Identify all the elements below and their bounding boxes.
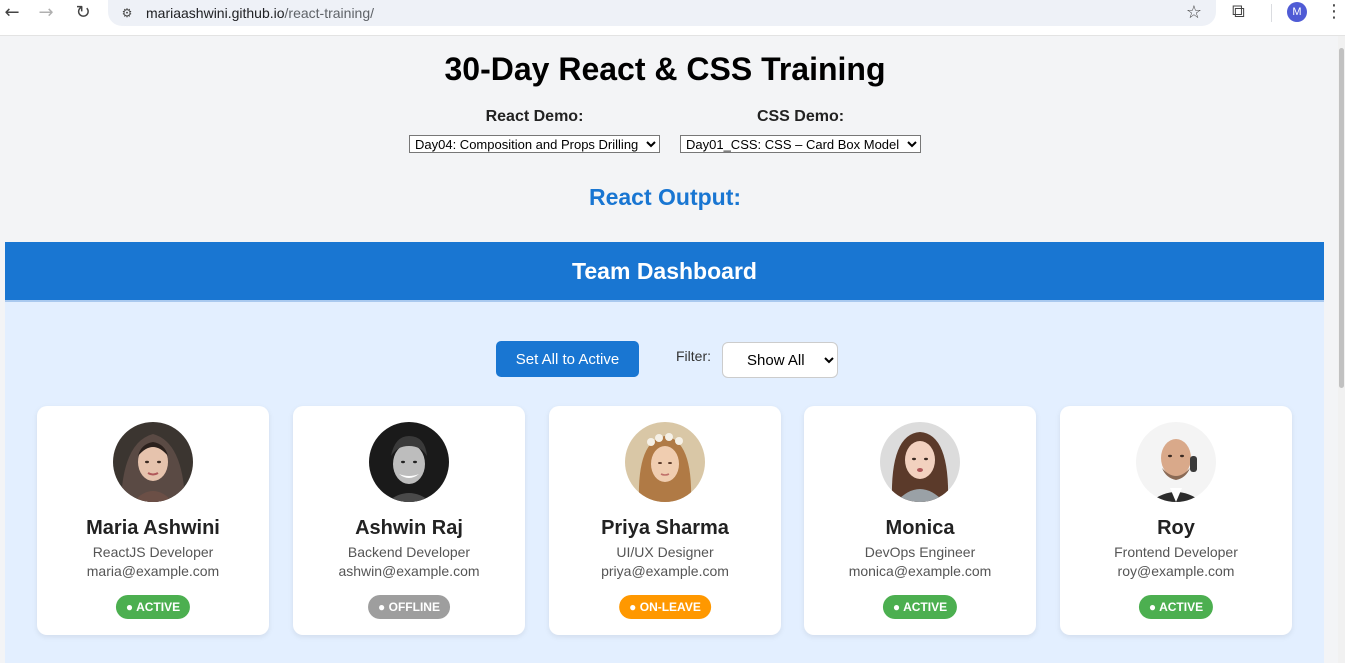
member-card: Maria Ashwini ReactJS Developer maria@ex… — [37, 406, 269, 635]
back-icon[interactable]: ← — [0, 2, 24, 24]
browser-toolbar: ← → ↻ ⚙ mariaashwini.github.io/react-tra… — [0, 0, 1345, 36]
status-badge: ● ACTIVE — [115, 595, 191, 619]
member-role: Frontend Developer — [1114, 544, 1238, 560]
team-dashboard: Team Dashboard Set All to Active Filter:… — [5, 242, 1324, 663]
member-photo — [880, 422, 960, 502]
member-name: Maria Ashwini — [86, 517, 220, 539]
member-role: ReactJS Developer — [92, 544, 214, 560]
forward-icon[interactable]: → — [34, 2, 58, 24]
member-email: roy@example.com — [1117, 563, 1235, 579]
address-bar[interactable]: ⚙ mariaashwini.github.io/react-training/… — [108, 0, 1216, 26]
member-photo — [369, 422, 449, 502]
member-email: ashwin@example.com — [338, 563, 480, 579]
profile-avatar[interactable]: M — [1287, 2, 1307, 22]
status-badge: ● ACTIVE — [882, 595, 958, 619]
member-card: Ashwin Raj Backend Developer ashwin@exam… — [293, 406, 525, 635]
dashboard-title: Team Dashboard — [5, 242, 1324, 302]
filter-select[interactable]: Show All — [722, 342, 838, 378]
member-email: monica@example.com — [848, 563, 992, 579]
url-text[interactable]: mariaashwini.github.io/react-training/ — [146, 5, 374, 21]
member-photo — [1136, 422, 1216, 502]
url-domain: mariaashwini.github.io — [146, 5, 285, 21]
member-photo — [113, 422, 193, 502]
member-name: Roy — [1157, 517, 1195, 539]
site-info-icon[interactable]: ⚙ — [118, 4, 136, 22]
member-email: priya@example.com — [601, 563, 729, 579]
star-icon[interactable]: ☆ — [1186, 2, 1202, 23]
member-name: Monica — [885, 517, 955, 539]
filter-label: Filter: — [676, 348, 711, 364]
toolbar-divider — [1271, 4, 1272, 22]
member-role: DevOps Engineer — [864, 544, 976, 560]
react-output-heading: React Output: — [588, 184, 742, 210]
extensions-icon[interactable]: ⧉ — [1232, 1, 1245, 22]
css-demo-group: CSS Demo: Day01_CSS: CSS – Card Box Mode… — [680, 108, 921, 154]
member-role: Backend Developer — [347, 544, 471, 560]
css-demo-select[interactable]: Day01_CSS: CSS – Card Box Model — [680, 135, 921, 153]
menu-icon[interactable]: ⋮ — [1325, 1, 1343, 22]
scrollbar-thumb[interactable] — [1339, 48, 1344, 388]
url-path: /react-training/ — [284, 5, 375, 21]
react-demo-select[interactable]: Day04: Composition and Props Drilling — [409, 135, 660, 153]
status-badge: ● OFFLINE — [368, 595, 450, 619]
react-demo-group: React Demo: Day04: Composition and Props… — [409, 108, 660, 154]
member-card: Priya Sharma UI/UX Designer priya@exampl… — [549, 406, 781, 635]
page-title: 30-Day React & CSS Training — [444, 51, 886, 87]
member-email: maria@example.com — [86, 563, 220, 579]
member-photo — [625, 422, 705, 502]
member-card: Monica DevOps Engineer monica@example.co… — [804, 406, 1036, 635]
status-badge: ● ACTIVE — [1138, 595, 1214, 619]
member-card: Roy Frontend Developer roy@example.com ●… — [1060, 406, 1292, 635]
react-demo-label: React Demo: — [485, 108, 584, 125]
status-badge: ● ON-LEAVE — [619, 595, 711, 619]
css-demo-label: CSS Demo: — [756, 108, 845, 125]
set-all-active-button[interactable]: Set All to Active — [496, 341, 639, 377]
member-name: Priya Sharma — [601, 517, 729, 539]
member-name: Ashwin Raj — [355, 517, 463, 539]
page-scrollbar[interactable] — [1338, 36, 1345, 663]
member-role: UI/UX Designer — [616, 544, 714, 560]
reload-icon[interactable]: ↻ — [71, 2, 95, 24]
